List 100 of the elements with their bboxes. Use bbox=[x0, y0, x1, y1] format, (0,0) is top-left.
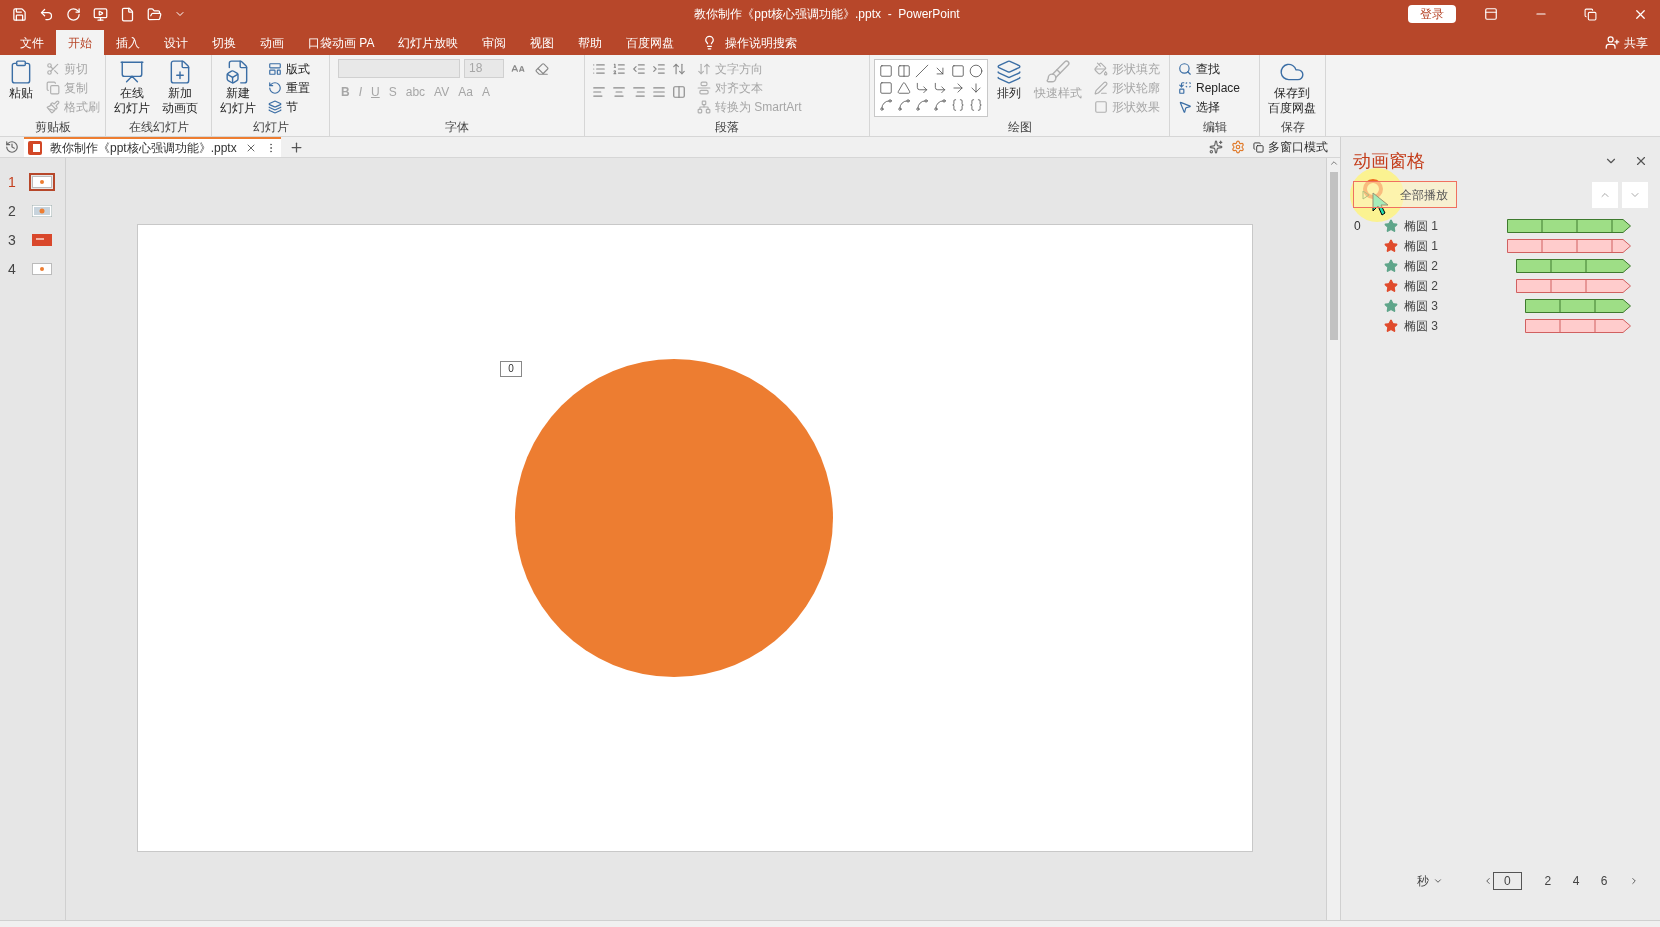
sparkle-icon[interactable] bbox=[1209, 140, 1223, 154]
elbow-arrow-icon[interactable] bbox=[933, 81, 947, 95]
rectangle-icon[interactable] bbox=[951, 63, 965, 78]
animation-item[interactable]: 椭圆 1 bbox=[1341, 236, 1660, 256]
ribbon-tab[interactable]: 开始 bbox=[56, 30, 104, 55]
arrange-icon bbox=[996, 59, 1022, 85]
undo-icon[interactable] bbox=[39, 6, 54, 22]
ribbon-display-icon[interactable] bbox=[1484, 7, 1498, 21]
save-icon[interactable] bbox=[12, 6, 27, 22]
save-to-cloud-button[interactable]: 保存到 百度网盘 bbox=[1264, 59, 1320, 115]
select-button[interactable]: 选择 bbox=[1174, 97, 1245, 116]
item-index: 0 bbox=[1354, 218, 1362, 234]
online-slides-icon bbox=[119, 59, 145, 85]
slideshow-icon[interactable] bbox=[93, 6, 108, 22]
sign-in-button[interactable]: 登录 bbox=[1408, 5, 1456, 23]
timeline-bar[interactable] bbox=[1507, 219, 1631, 233]
restore-icon[interactable] bbox=[1584, 7, 1597, 21]
new-slide-button[interactable]: 新建 幻灯片 bbox=[216, 59, 260, 115]
timeline-bar[interactable] bbox=[1516, 279, 1631, 293]
triangle-icon[interactable] bbox=[897, 81, 911, 95]
scissors-icon bbox=[46, 61, 60, 76]
item-name: 椭圆 1 bbox=[1404, 238, 1439, 254]
redo-icon[interactable] bbox=[66, 6, 81, 22]
ribbon-tab[interactable]: 动画 bbox=[248, 30, 296, 55]
ribbon-tab[interactable]: 插入 bbox=[104, 30, 152, 55]
time-unit-dropdown[interactable]: 秒 bbox=[1417, 873, 1443, 889]
new-animation-page-button[interactable]: 新加 动画页 bbox=[158, 59, 202, 115]
scroll-right-icon[interactable] bbox=[1629, 876, 1639, 886]
animation-item[interactable]: 椭圆 3 bbox=[1341, 296, 1660, 316]
timeline-tick: 4 bbox=[1572, 873, 1581, 889]
line-icon[interactable] bbox=[915, 63, 929, 78]
arrange-button[interactable]: 排列 bbox=[992, 59, 1026, 100]
scroll-up-icon[interactable] bbox=[1328, 158, 1339, 168]
timeline-bar[interactable] bbox=[1507, 239, 1631, 253]
text-direction-icon bbox=[697, 61, 711, 76]
group-label: 段落 bbox=[714, 119, 740, 136]
find-button[interactable]: 查找 bbox=[1174, 59, 1245, 78]
oval-icon[interactable] bbox=[969, 63, 983, 78]
ribbon-tab[interactable]: 审阅 bbox=[470, 30, 519, 55]
vertical-text-box-icon[interactable] bbox=[897, 63, 911, 78]
timeline-tick: 6 bbox=[1600, 873, 1609, 889]
online-slides-button[interactable]: 在线 幻灯片 bbox=[110, 59, 154, 115]
play-all-button[interactable]: 全部播放 bbox=[1353, 181, 1457, 208]
group-label: 幻灯片 bbox=[251, 119, 290, 136]
freeform-icon[interactable] bbox=[879, 98, 893, 113]
multi-window-button[interactable]: 多窗口模式 bbox=[1253, 137, 1340, 157]
timeline-bar[interactable] bbox=[1525, 319, 1631, 333]
animation-item[interactable]: 椭圆 3 bbox=[1341, 316, 1660, 336]
timeline-bar[interactable] bbox=[1516, 259, 1631, 273]
group-label: 剪贴板 bbox=[33, 119, 72, 136]
tell-me-search[interactable]: 操作说明搜索 bbox=[725, 34, 798, 51]
reset-button[interactable]: 重置 bbox=[264, 78, 314, 97]
down-arrow-icon[interactable] bbox=[969, 81, 983, 95]
ribbon-tab[interactable]: 切换 bbox=[200, 30, 248, 55]
connector-icon[interactable] bbox=[915, 81, 929, 95]
vertical-scrollbar[interactable] bbox=[1326, 158, 1340, 920]
quick-styles-icon bbox=[1045, 59, 1071, 85]
animation-tag: 0 bbox=[500, 361, 522, 377]
animation-item[interactable]: 0 椭圆 1 bbox=[1341, 216, 1660, 236]
replace-button[interactable]: Replace bbox=[1174, 78, 1245, 97]
ribbon-tab[interactable]: 百度网盘 bbox=[614, 30, 687, 55]
layout-button[interactable]: 版式 bbox=[264, 59, 314, 78]
shape-gallery[interactable] bbox=[874, 59, 988, 117]
history-icon[interactable] bbox=[5, 140, 19, 154]
text-box-icon[interactable] bbox=[879, 63, 893, 78]
ribbon-tab[interactable]: 口袋动画 PA bbox=[296, 30, 387, 55]
arc-icon[interactable] bbox=[915, 98, 929, 113]
ribbon-tab[interactable]: 帮助 bbox=[566, 30, 615, 55]
group-label: 编辑 bbox=[1201, 119, 1228, 136]
document-tab[interactable]: 教你制作《ppt核心强调功能》.pptx bbox=[24, 137, 281, 157]
folder-icon[interactable] bbox=[147, 6, 162, 22]
section-button[interactable]: 节 bbox=[264, 97, 314, 116]
left-brace-icon[interactable] bbox=[951, 98, 965, 113]
play-icon bbox=[1362, 189, 1370, 200]
new-tab-icon[interactable] bbox=[288, 139, 304, 155]
settings-icon[interactable] bbox=[1231, 140, 1245, 154]
scrollbar-thumb[interactable] bbox=[1329, 172, 1338, 340]
slide-number: 3 bbox=[8, 231, 17, 250]
ribbon-tab[interactable]: 文件 bbox=[8, 30, 56, 55]
animation-item[interactable]: 椭圆 2 bbox=[1341, 256, 1660, 276]
scribble-icon[interactable] bbox=[897, 98, 911, 113]
ribbon-tab[interactable]: 幻灯片放映 bbox=[386, 30, 471, 55]
font-name-field[interactable] bbox=[338, 59, 460, 78]
windows-icon bbox=[1253, 141, 1264, 153]
group-label: 在线幻灯片 bbox=[127, 119, 190, 136]
close-pane-icon[interactable] bbox=[1634, 154, 1648, 168]
share-button[interactable]: 共享 bbox=[1605, 30, 1660, 55]
paste-button[interactable]: 粘贴 bbox=[4, 59, 38, 100]
item-name: 椭圆 2 bbox=[1404, 258, 1439, 274]
rounded-rectangle-icon[interactable] bbox=[879, 81, 893, 95]
shape-effects-icon bbox=[1094, 99, 1108, 114]
curve-icon[interactable] bbox=[933, 98, 947, 113]
animation-item[interactable]: 椭圆 2 bbox=[1341, 276, 1660, 296]
new-file-icon[interactable] bbox=[120, 6, 135, 22]
ribbon-tab[interactable]: 视图 bbox=[518, 30, 567, 55]
right-brace-icon[interactable] bbox=[969, 98, 983, 113]
ribbon-tab[interactable]: 设计 bbox=[152, 30, 200, 55]
timeline-bar[interactable] bbox=[1525, 299, 1631, 313]
scroll-left-icon[interactable] bbox=[1483, 876, 1493, 886]
item-name: 椭圆 2 bbox=[1404, 278, 1439, 294]
